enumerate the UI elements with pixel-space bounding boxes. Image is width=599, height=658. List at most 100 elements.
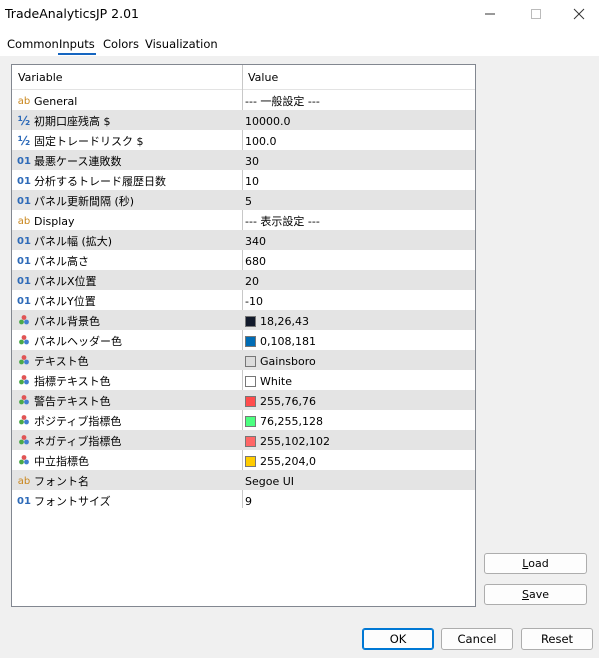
string-type-icon: ab bbox=[17, 95, 31, 107]
variable-cell: 中立指標色 bbox=[16, 452, 89, 470]
variable-name: パネルY位置 bbox=[34, 295, 96, 308]
save-label-rest: ave bbox=[528, 588, 549, 601]
window-title: TradeAnalyticsJP 2.01 bbox=[5, 6, 140, 21]
table-row[interactable]: 01 最悪ケース連敗数 30 bbox=[12, 150, 475, 170]
color-swatch bbox=[245, 375, 256, 387]
variable-cell: 指標テキスト色 bbox=[16, 372, 111, 390]
table-row[interactable]: ab Display --- 表示設定 --- bbox=[12, 210, 475, 230]
variable-name: ネガティブ指標色 bbox=[34, 435, 122, 448]
value-cell[interactable]: 20 bbox=[245, 272, 259, 290]
variable-name: テキスト色 bbox=[34, 355, 89, 368]
table-row[interactable]: パネル背景色 18,26,43 bbox=[12, 310, 475, 330]
value-cell[interactable]: 18,26,43 bbox=[245, 312, 309, 330]
cancel-button[interactable]: Cancel bbox=[441, 628, 513, 650]
tab-inputs[interactable]: Inputs bbox=[58, 37, 96, 55]
table-row[interactable]: ネガティブ指標色 255,102,102 bbox=[12, 430, 475, 450]
header-value: Value bbox=[248, 71, 279, 84]
table-row[interactable]: 01 パネルY位置 -10 bbox=[12, 290, 475, 310]
save-label: Save bbox=[522, 588, 549, 601]
variable-name: ポジティブ指標色 bbox=[34, 415, 122, 428]
variable-name: フォントサイズ bbox=[34, 495, 111, 508]
table-row[interactable]: ½ 初期口座残高 $ 10000.0 bbox=[12, 110, 475, 130]
string-type-icon: ab bbox=[17, 475, 31, 487]
variable-value: 255,102,102 bbox=[260, 434, 330, 448]
table-row[interactable]: テキスト色 Gainsboro bbox=[12, 350, 475, 370]
save-button[interactable]: Save bbox=[484, 584, 587, 605]
variable-value: 340 bbox=[245, 234, 266, 248]
load-button[interactable]: Load bbox=[484, 553, 587, 574]
table-row[interactable]: 01 パネル幅 (拡大) 340 bbox=[12, 230, 475, 250]
value-cell[interactable]: 0,108,181 bbox=[245, 332, 316, 350]
table-row[interactable]: ½ 固定トレードリスク $ 100.0 bbox=[12, 130, 475, 150]
value-cell[interactable]: 76,255,128 bbox=[245, 412, 323, 430]
table-row[interactable]: 中立指標色 255,204,0 bbox=[12, 450, 475, 470]
table-row[interactable]: 01 パネル更新間隔 (秒) 5 bbox=[12, 190, 475, 210]
value-cell[interactable]: 10000.0 bbox=[245, 112, 291, 130]
color-type-icon bbox=[16, 374, 32, 389]
table-row[interactable]: 01 フォントサイズ 9 bbox=[12, 490, 475, 510]
table-row[interactable]: ab フォント名 Segoe UI bbox=[12, 470, 475, 490]
variable-value: 100.0 bbox=[245, 134, 277, 148]
integer-type-icon: 01 bbox=[17, 275, 31, 287]
table-row[interactable]: 警告テキスト色 255,76,76 bbox=[12, 390, 475, 410]
variable-cell: 01 パネルY位置 bbox=[16, 292, 96, 310]
value-cell[interactable]: 10 bbox=[245, 172, 259, 190]
tab-visualization[interactable]: Visualization bbox=[144, 37, 219, 51]
value-cell[interactable]: Gainsboro bbox=[245, 352, 316, 370]
value-cell[interactable]: --- 一般設定 --- bbox=[245, 92, 320, 110]
title-bar: TradeAnalyticsJP 2.01 bbox=[0, 0, 599, 30]
value-cell[interactable]: 9 bbox=[245, 492, 252, 510]
tab-colors[interactable]: Colors bbox=[102, 37, 140, 51]
variable-name: パネル更新間隔 (秒) bbox=[34, 195, 135, 208]
table-row[interactable]: ポジティブ指標色 76,255,128 bbox=[12, 410, 475, 430]
variable-cell: 01 分析するトレード履歴日数 bbox=[16, 172, 166, 190]
inputs-grid[interactable]: Variable Value ab General --- 一般設定 --- ½ 初期口… bbox=[11, 64, 476, 607]
value-cell[interactable]: --- 表示設定 --- bbox=[245, 212, 320, 230]
value-cell[interactable]: Segoe UI bbox=[245, 472, 294, 490]
variable-value: --- 一般設定 --- bbox=[245, 95, 320, 108]
value-cell[interactable]: 255,204,0 bbox=[245, 452, 316, 470]
value-cell[interactable]: 5 bbox=[245, 192, 252, 210]
table-row[interactable]: パネルヘッダー色 0,108,181 bbox=[12, 330, 475, 350]
value-cell[interactable]: 255,102,102 bbox=[245, 432, 330, 450]
color-swatch bbox=[245, 415, 256, 427]
load-label: Load bbox=[522, 557, 548, 570]
string-type-icon: ab bbox=[17, 215, 31, 227]
value-cell[interactable]: 30 bbox=[245, 152, 259, 170]
table-row[interactable]: 指標テキスト色 White bbox=[12, 370, 475, 390]
value-cell[interactable]: White bbox=[245, 372, 292, 390]
table-row[interactable]: 01 分析するトレード履歴日数 10 bbox=[12, 170, 475, 190]
table-row[interactable]: 01 パネルX位置 20 bbox=[12, 270, 475, 290]
color-type-icon bbox=[16, 314, 32, 329]
minimize-button[interactable] bbox=[467, 0, 513, 28]
variable-name: General bbox=[34, 94, 78, 108]
variable-name: パネル幅 (拡大) bbox=[34, 235, 113, 248]
integer-type-icon: 01 bbox=[17, 195, 31, 207]
variable-cell: 01 フォントサイズ bbox=[16, 492, 111, 510]
ok-button[interactable]: OK bbox=[362, 628, 434, 650]
variable-name: Display bbox=[34, 214, 75, 228]
value-cell[interactable]: 255,76,76 bbox=[245, 392, 316, 410]
value-cell[interactable]: -10 bbox=[245, 292, 263, 310]
table-row[interactable]: 01 パネル高さ 680 bbox=[12, 250, 475, 270]
reset-button[interactable]: Reset bbox=[521, 628, 593, 650]
variable-cell: ab General bbox=[16, 92, 78, 110]
variable-name: 警告テキスト色 bbox=[34, 395, 111, 408]
color-swatch bbox=[245, 315, 256, 327]
maximize-button[interactable] bbox=[513, 0, 559, 28]
tab-common[interactable]: Common bbox=[6, 37, 60, 51]
load-label-rest: oad bbox=[528, 557, 549, 570]
table-row[interactable]: ab General --- 一般設定 --- bbox=[12, 90, 475, 110]
close-button[interactable] bbox=[559, 0, 599, 28]
double-type-icon: ½ bbox=[17, 134, 31, 148]
variable-cell: 01 パネル更新間隔 (秒) bbox=[16, 192, 134, 210]
variable-value: 5 bbox=[245, 194, 252, 208]
value-cell[interactable]: 340 bbox=[245, 232, 266, 250]
value-cell[interactable]: 100.0 bbox=[245, 132, 277, 150]
variable-value: 18,26,43 bbox=[260, 314, 309, 328]
variable-name: 最悪ケース連敗数 bbox=[34, 155, 122, 168]
variable-value: --- 表示設定 --- bbox=[245, 215, 320, 228]
color-type-icon bbox=[16, 414, 32, 429]
maximize-icon bbox=[531, 9, 541, 19]
value-cell[interactable]: 680 bbox=[245, 252, 266, 270]
